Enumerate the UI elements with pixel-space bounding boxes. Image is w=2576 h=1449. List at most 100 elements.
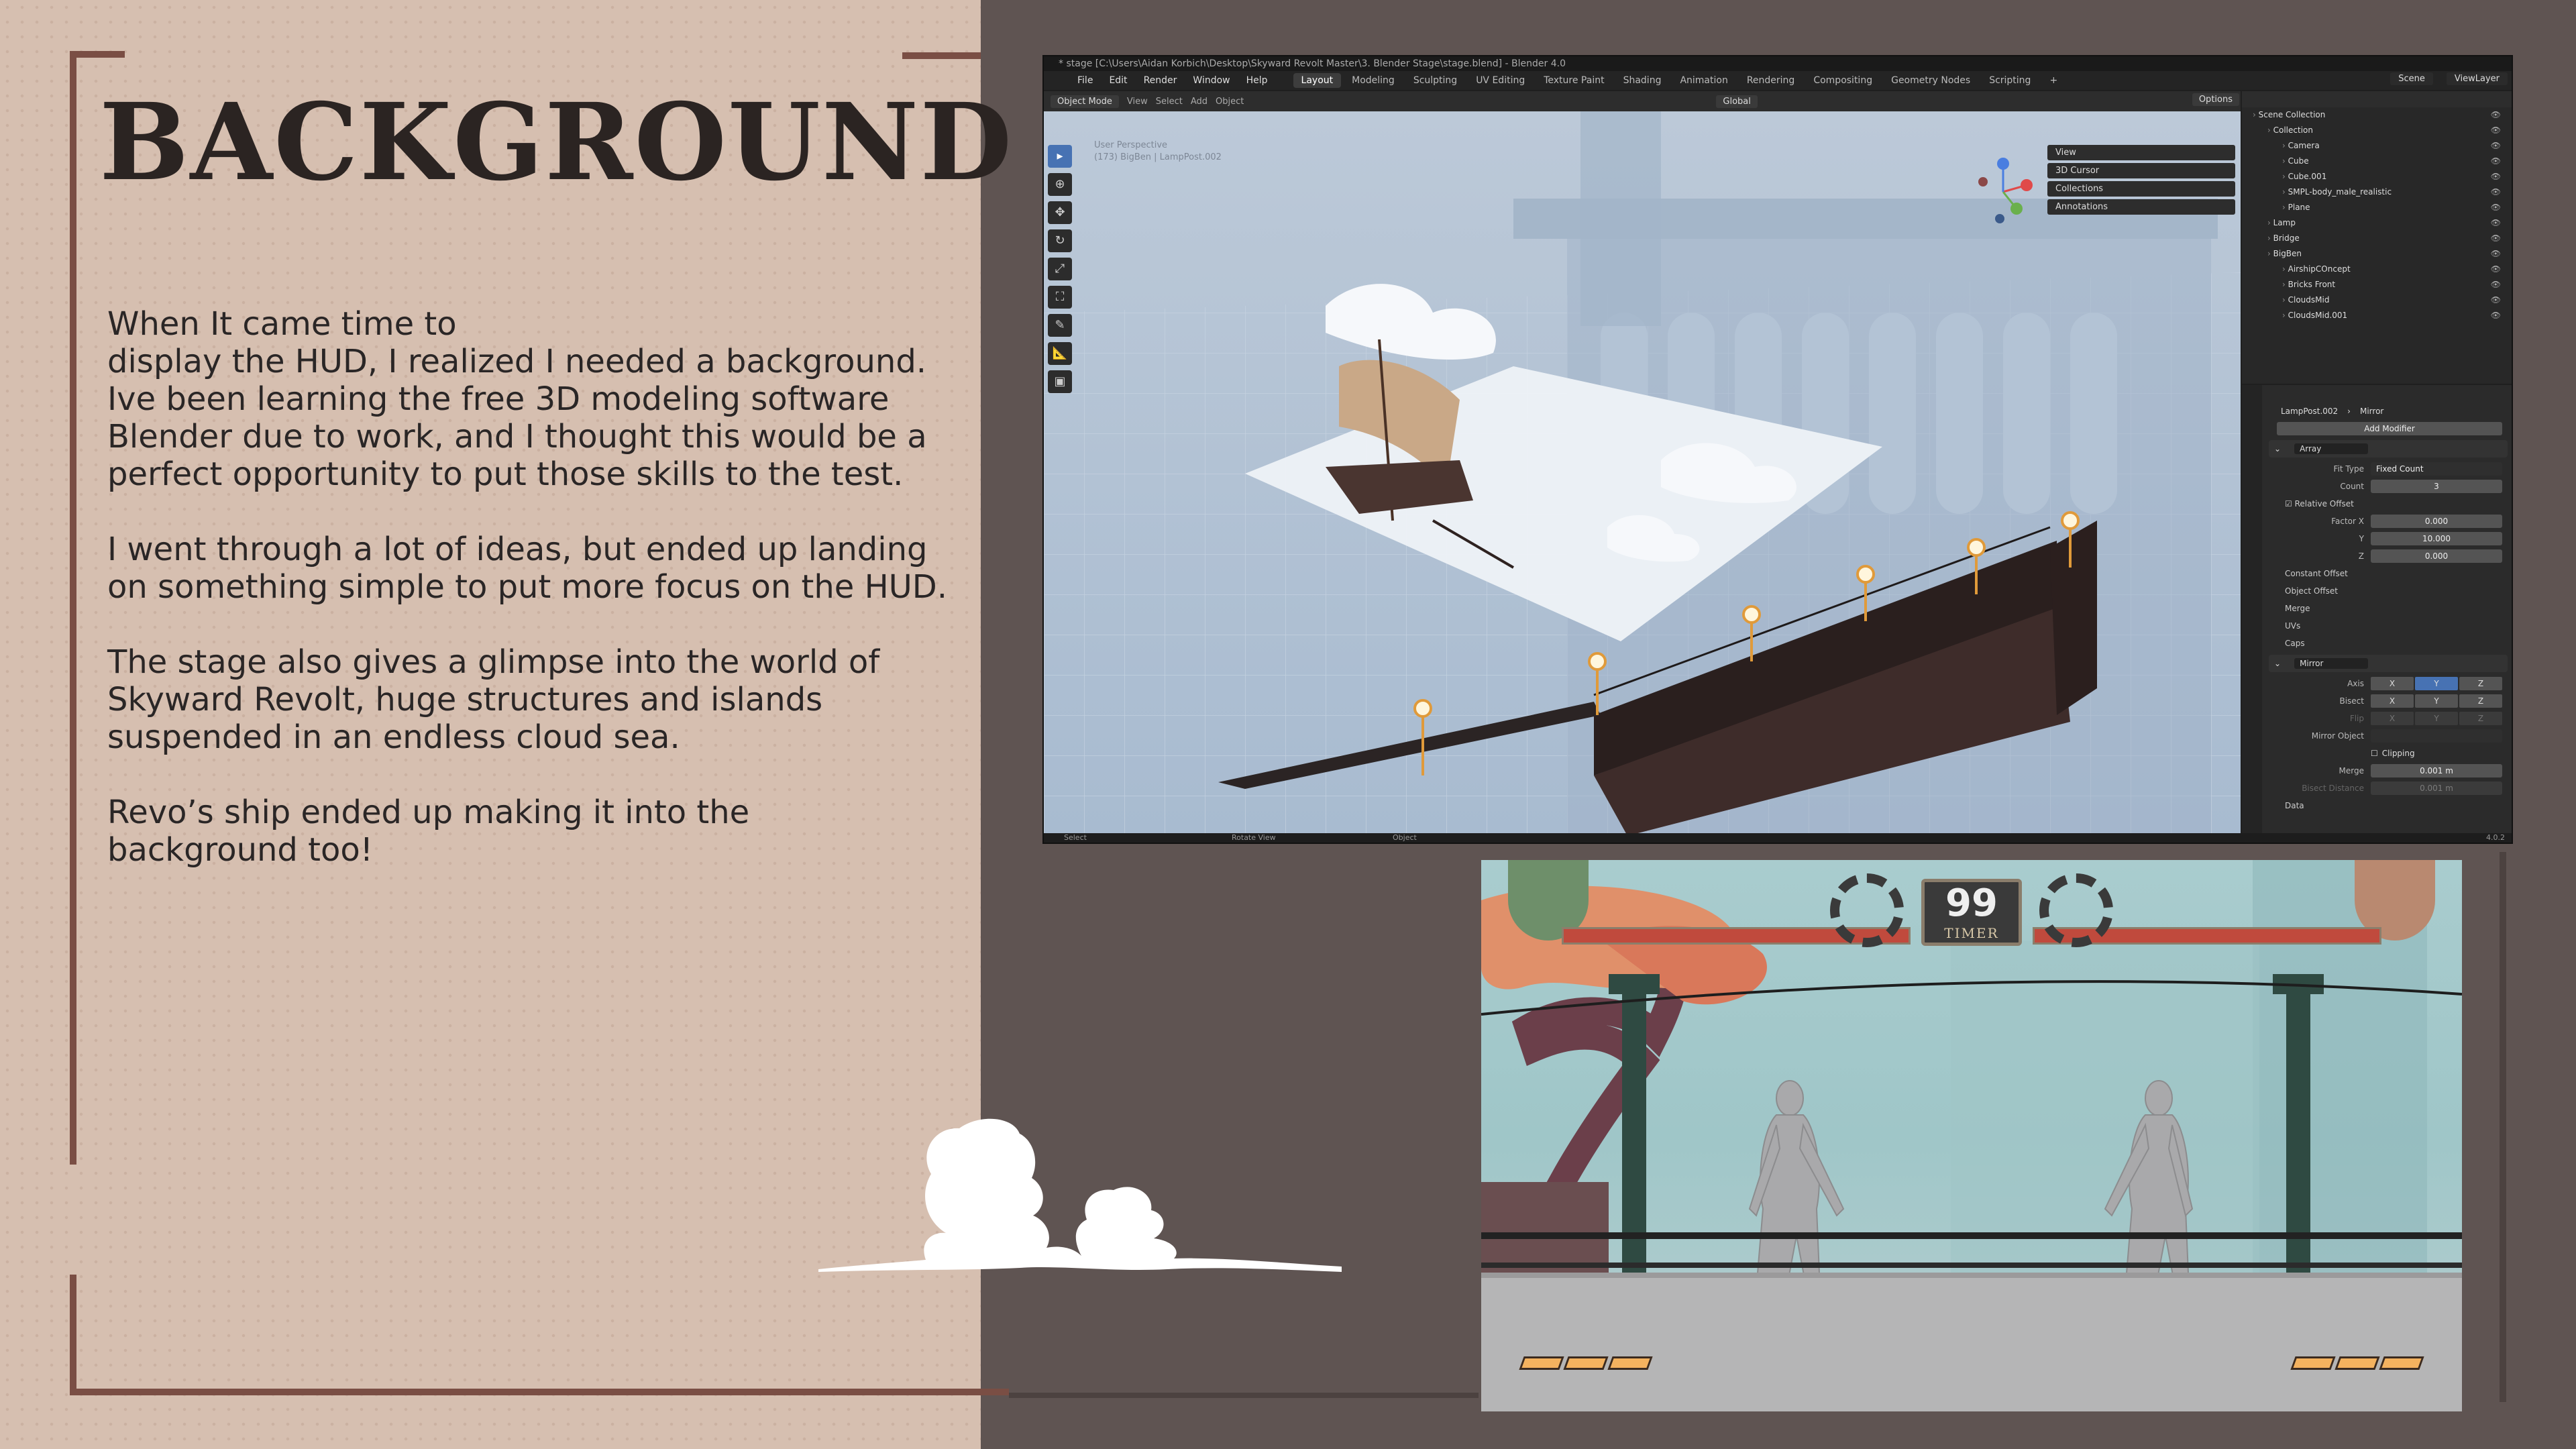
select-box-icon[interactable]: ▸	[1048, 145, 1072, 168]
axis-y-toggle[interactable]: Y	[2415, 677, 2458, 690]
expand-arrow-icon[interactable]: ›	[2282, 264, 2288, 274]
tab-geometry-nodes[interactable]: Geometry Nodes	[1883, 73, 1978, 88]
move-icon[interactable]: ✥	[1048, 201, 1072, 224]
outliner-item[interactable]: › BigBen 👁	[2242, 246, 2512, 262]
visibility-icon[interactable]: 👁	[2491, 184, 2505, 200]
panel-view[interactable]: View	[2047, 145, 2235, 160]
merge-panel[interactable]: Merge	[2265, 600, 2512, 617]
expand-arrow-icon[interactable]: ›	[2267, 249, 2273, 258]
tab-uv-editing[interactable]: UV Editing	[1468, 73, 1533, 88]
visibility-icon[interactable]: 👁	[2491, 215, 2505, 231]
outliner-item[interactable]: › Bricks Front 👁	[2242, 277, 2512, 292]
flip-x-toggle[interactable]: X	[2371, 712, 2414, 725]
relative-offset-panel[interactable]: ☑ Relative Offset	[2265, 495, 2512, 513]
cursor-icon[interactable]: ⊕	[1048, 173, 1072, 196]
visibility-icon[interactable]: 👁	[2491, 246, 2505, 262]
tab-compositing[interactable]: Compositing	[1805, 73, 1880, 88]
visibility-icon[interactable]: 👁	[2491, 200, 2505, 215]
menu-help[interactable]: Help	[1240, 73, 1275, 88]
outliner-item[interactable]: › Lamp 👁	[2242, 215, 2512, 231]
outliner-item[interactable]: › AirshipCOncept 👁	[2242, 262, 2512, 277]
tab-modeling[interactable]: Modeling	[1344, 73, 1403, 88]
transform-icon[interactable]: ⛶	[1048, 286, 1072, 309]
fit-type-dropdown[interactable]: Fixed Count	[2371, 462, 2502, 476]
outliner-item[interactable]: › Cube.001 👁	[2242, 169, 2512, 184]
panel-annotations[interactable]: Annotations	[2047, 199, 2235, 215]
expand-arrow-icon[interactable]: ›	[2282, 172, 2288, 181]
flip-z-toggle[interactable]: Z	[2459, 712, 2502, 725]
visibility-icon[interactable]: 👁	[2491, 262, 2505, 277]
tab-texture-paint[interactable]: Texture Paint	[1536, 73, 1612, 88]
tab-layout[interactable]: Layout	[1293, 73, 1342, 88]
visibility-icon[interactable]: 👁	[2491, 292, 2505, 308]
view-layer-selector[interactable]: ViewLayer	[2446, 72, 2508, 85]
visibility-icon[interactable]: 👁	[2491, 277, 2505, 292]
factor-x-field[interactable]: 0.000	[2371, 515, 2502, 528]
expand-arrow-icon[interactable]: ›	[2253, 110, 2259, 119]
bisect-x-toggle[interactable]: X	[2371, 694, 2414, 708]
visibility-icon[interactable]: 👁	[2491, 107, 2505, 123]
flip-y-toggle[interactable]: Y	[2415, 712, 2458, 725]
menu-file[interactable]: File	[1071, 73, 1099, 88]
bisect-z-toggle[interactable]: Z	[2459, 694, 2502, 708]
expand-arrow-icon[interactable]: ›	[2282, 203, 2288, 212]
measure-icon[interactable]: 📐	[1048, 342, 1072, 365]
data-panel[interactable]: Data	[2265, 797, 2512, 814]
add-workspace-icon[interactable]: +	[2041, 73, 2065, 88]
outliner-item[interactable]: › Camera 👁	[2242, 138, 2512, 154]
orientation-selector[interactable]: Global	[1716, 95, 1758, 108]
expand-arrow-icon[interactable]: ›	[2282, 311, 2288, 320]
visibility-icon[interactable]: 👁	[2491, 123, 2505, 138]
panel-collections[interactable]: Collections	[2047, 181, 2235, 197]
uvs-panel[interactable]: UVs	[2265, 617, 2512, 635]
rotate-icon[interactable]: ↻	[1048, 229, 1072, 252]
tab-animation[interactable]: Animation	[1672, 73, 1735, 88]
expand-arrow-icon[interactable]: ›	[2267, 233, 2273, 243]
axis-x-toggle[interactable]: X	[2371, 677, 2414, 690]
scale-icon[interactable]: ⤢	[1048, 258, 1072, 280]
expand-arrow-icon[interactable]: ›	[2282, 141, 2288, 150]
menu-window[interactable]: Window	[1186, 73, 1236, 88]
options-button[interactable]: Options	[2192, 93, 2239, 106]
mirror-object-field[interactable]	[2371, 729, 2502, 743]
outliner-item[interactable]: › CloudsMid.001 👁	[2242, 308, 2512, 323]
3d-viewport[interactable]: Object Mode View Select Add Object Globa…	[1044, 91, 2241, 836]
visibility-icon[interactable]: 👁	[2491, 231, 2505, 246]
tab-rendering[interactable]: Rendering	[1739, 73, 1803, 88]
visibility-icon[interactable]: 👁	[2491, 138, 2505, 154]
factor-z-field[interactable]: 0.000	[2371, 549, 2502, 563]
clipping-checkbox[interactable]: ☐	[2371, 749, 2378, 758]
expand-arrow-icon[interactable]: ›	[2282, 187, 2288, 197]
expand-arrow-icon[interactable]: ›	[2282, 156, 2288, 166]
outliner-item[interactable]: › CloudsMid 👁	[2242, 292, 2512, 308]
expand-icon[interactable]: ⌄	[2274, 659, 2281, 668]
menu-render[interactable]: Render	[1137, 73, 1184, 88]
tab-sculpting[interactable]: Sculpting	[1405, 73, 1465, 88]
expand-arrow-icon[interactable]: ›	[2267, 218, 2273, 227]
add-modifier-button[interactable]: Add Modifier	[2277, 422, 2502, 435]
tab-scripting[interactable]: Scripting	[1981, 73, 2039, 88]
outliner-item[interactable]: › Collection 👁	[2242, 123, 2512, 138]
constant-offset-panel[interactable]: Constant Offset	[2265, 565, 2512, 582]
mode-selector[interactable]: Object Mode	[1051, 95, 1119, 108]
viewport-menu-view[interactable]: View	[1127, 97, 1148, 107]
annotate-icon[interactable]: ✎	[1048, 314, 1072, 337]
outliner-item[interactable]: › Scene Collection 👁	[2242, 107, 2512, 123]
visibility-icon[interactable]: 👁	[2491, 154, 2505, 169]
add-cube-icon[interactable]: ▣	[1048, 370, 1072, 393]
axis-z-toggle[interactable]: Z	[2459, 677, 2502, 690]
outliner-item[interactable]: › Plane 👁	[2242, 200, 2512, 215]
viewport-menu-add[interactable]: Add	[1191, 97, 1208, 107]
count-field[interactable]: 3	[2371, 480, 2502, 493]
tab-shading[interactable]: Shading	[1615, 73, 1670, 88]
mirror-modifier-name[interactable]: Mirror	[2294, 658, 2369, 669]
bisect-distance-field[interactable]: 0.001 m	[2371, 782, 2502, 795]
factor-y-field[interactable]: 10.000	[2371, 532, 2502, 545]
bisect-y-toggle[interactable]: Y	[2415, 694, 2458, 708]
mirror-modifier-header[interactable]: ⌄ Mirror	[2269, 655, 2508, 672]
visibility-icon[interactable]: 👁	[2491, 169, 2505, 184]
array-modifier-header[interactable]: ⌄ Array	[2269, 440, 2508, 458]
panel-3d-cursor[interactable]: 3D Cursor	[2047, 163, 2235, 178]
viewport-menu-object[interactable]: Object	[1216, 97, 1244, 107]
visibility-icon[interactable]: 👁	[2491, 308, 2505, 323]
